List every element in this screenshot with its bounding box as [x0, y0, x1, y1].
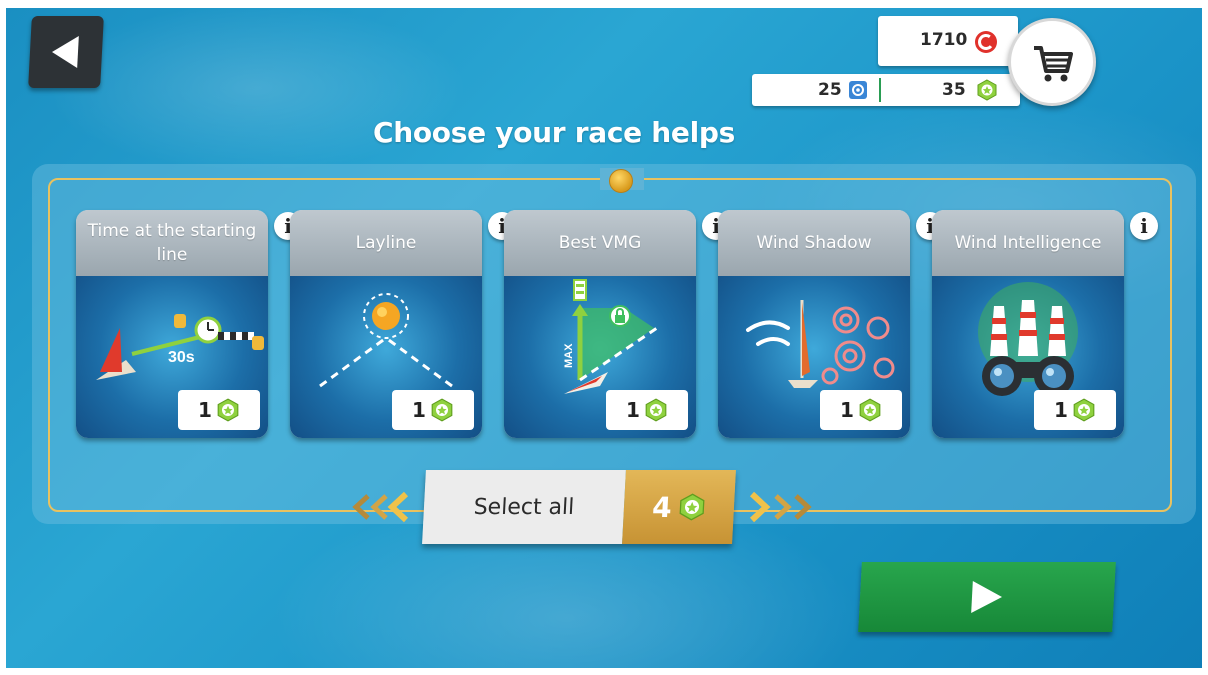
- card-cost: 1: [1034, 390, 1116, 430]
- page-title: Choose your race helps: [372, 116, 735, 149]
- chevrons-left-icon: [352, 491, 409, 523]
- shop-cart-button[interactable]: [1008, 18, 1096, 106]
- race-help-card-wind-shadow[interactable]: Wind Shadow 1: [718, 210, 910, 438]
- coin-icon: [975, 31, 997, 53]
- card-cost-value: 1: [840, 398, 854, 422]
- play-button[interactable]: [858, 562, 1116, 632]
- race-help-card-best-vmg[interactable]: Best VMG MAX 1: [504, 210, 696, 438]
- card-cost: 1: [178, 390, 260, 430]
- select-all-cost-value: 4: [651, 490, 673, 524]
- boosts-value: 25: [818, 80, 842, 100]
- card-cost: 1: [820, 390, 902, 430]
- chevrons-right-icon: [749, 491, 812, 523]
- coins-counter: 1710: [878, 16, 1018, 66]
- race-help-card-time-at-starting-line[interactable]: Time at the starting line 30s 1: [76, 210, 268, 438]
- green-hexagon-token-icon: [1073, 398, 1095, 422]
- card-title: Wind Intelligence: [954, 233, 1102, 253]
- info-button-wind-intelligence[interactable]: i: [1130, 212, 1158, 240]
- card-cost-value: 1: [412, 398, 426, 422]
- card-header: Wind Shadow: [718, 210, 910, 276]
- card-illustration: 1: [932, 276, 1124, 438]
- play-icon: [971, 581, 1002, 613]
- vmg-max-label: MAX: [563, 343, 575, 368]
- secondary-currencies: 25 35: [752, 74, 1020, 106]
- green-hexagon-token-icon: [431, 398, 453, 422]
- card-illustration: 30s 1: [76, 276, 268, 438]
- card-illustration: 1: [718, 276, 910, 438]
- currency-divider: [879, 78, 881, 102]
- card-title: Wind Shadow: [756, 233, 872, 253]
- card-cost: 1: [606, 390, 688, 430]
- card-title: Best VMG: [558, 233, 642, 253]
- card-illustration: MAX 1: [504, 276, 696, 438]
- card-header: Time at the starting line: [76, 210, 268, 276]
- card-illustration: 1: [290, 276, 482, 438]
- race-help-card-wind-intelligence[interactable]: Wind Intelligence 1: [932, 210, 1124, 438]
- shopping-cart-icon: [1034, 46, 1073, 82]
- select-all-label-box: Select all: [422, 470, 626, 544]
- back-button[interactable]: [28, 16, 104, 88]
- card-header: Wind Intelligence: [932, 210, 1124, 276]
- gems-value: 35: [942, 80, 966, 100]
- green-hexagon-token-icon: [645, 398, 667, 422]
- green-hexagon-token-icon: [679, 493, 705, 521]
- timer-label: 30s: [168, 349, 195, 366]
- green-hexagon-token-icon: [859, 398, 881, 422]
- info-icon: i: [1140, 214, 1148, 238]
- card-cost-value: 1: [626, 398, 640, 422]
- card-cost-value: 1: [1054, 398, 1068, 422]
- card-cost-value: 1: [198, 398, 212, 422]
- select-all-button[interactable]: Select all 4: [422, 470, 736, 544]
- boost-icon: [849, 81, 867, 99]
- card-header: Best VMG: [504, 210, 696, 276]
- gold-medal-icon: [609, 169, 633, 193]
- select-all-cost: 4: [622, 470, 736, 544]
- back-arrow-icon: [52, 36, 79, 68]
- card-cost: 1: [392, 390, 474, 430]
- card-title: Layline: [355, 233, 417, 253]
- green-hexagon-token-icon: [977, 79, 997, 101]
- card-header: Layline: [290, 210, 482, 276]
- card-title: Time at the starting line: [87, 221, 257, 265]
- race-help-card-layline[interactable]: Layline 1: [290, 210, 482, 438]
- select-all-label: Select all: [473, 494, 575, 520]
- coins-value: 1710: [920, 30, 968, 50]
- green-hexagon-token-icon: [217, 398, 239, 422]
